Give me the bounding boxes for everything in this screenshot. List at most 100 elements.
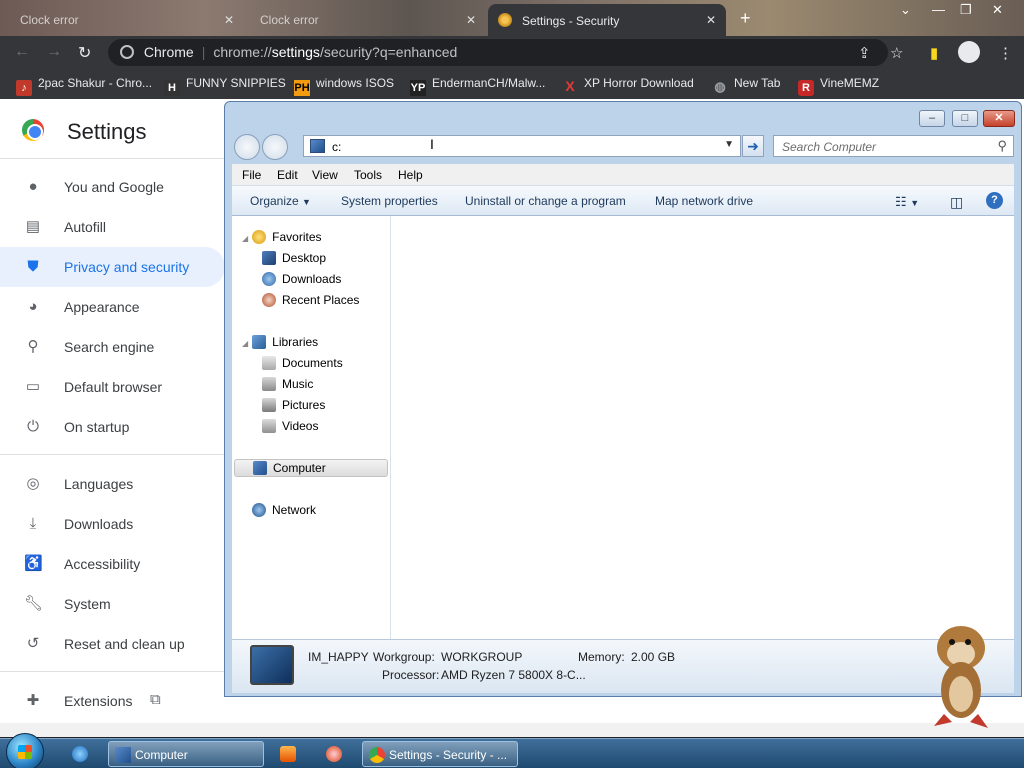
tree-pictures[interactable]: Pictures <box>262 398 325 412</box>
libraries-icon <box>252 335 267 349</box>
media-player-icon <box>280 746 296 762</box>
file-list-area[interactable] <box>392 216 1014 639</box>
sidebar-item-privacy-and-security[interactable]: ⛊ Privacy and security <box>0 247 225 287</box>
sidebar-item-label: Privacy and security <box>64 259 190 275</box>
sidebar-item-system[interactable]: 🔧︎ System <box>0 584 225 624</box>
tab-settings-security[interactable]: Settings - Security ✕ <box>488 4 726 36</box>
sidebar-item-downloads[interactable]: ⤓ Downloads <box>0 504 225 544</box>
sidebar-item-label: Accessibility <box>64 556 141 572</box>
minimize-icon[interactable]: — <box>932 2 945 17</box>
tree-downloads[interactable]: Downloads <box>262 272 341 286</box>
sidebar-item-search-engine[interactable]: ⚲ Search engine <box>0 327 225 367</box>
tree-favorites[interactable]: ◢ Favorites <box>242 230 322 244</box>
explorer-address-row: c: ▼ ➜ Search Computer ⚲ <box>225 130 1021 164</box>
wrench-icon: 🔧︎ <box>24 595 44 612</box>
explorer-titlebar[interactable]: – □ ✕ <box>225 102 1021 130</box>
back-button[interactable] <box>234 134 260 160</box>
close-tab-icon[interactable]: ✕ <box>224 13 234 27</box>
chrome-tabstrip: Clock error ✕ Clock error ✕ Settings - S… <box>0 0 1024 36</box>
chrome-toolbar: ← → ↻ Chrome | chrome://settings/security?… <box>0 36 1024 69</box>
bookmark-xp-horror[interactable]: X XP Horror Download <box>562 76 694 94</box>
tree-label: Network <box>272 503 317 517</box>
pictures-icon <box>262 398 276 412</box>
bookmark-star-icon[interactable]: ☆ <box>890 44 903 62</box>
system-properties-button[interactable]: System properties <box>341 194 438 208</box>
menu-tools[interactable]: Tools <box>354 168 382 182</box>
bookmark-2pac[interactable]: ♪ 2pac Shakur - Chro... <box>16 76 152 96</box>
close-icon[interactable]: ✕ <box>983 110 1015 127</box>
sidebar-item-on-startup[interactable]: ⏻ On startup <box>0 407 225 447</box>
explorer-address-input[interactable]: c: ▼ <box>303 135 741 157</box>
bookmark-vinememz[interactable]: R VineMEMZ <box>798 76 879 96</box>
taskbar-item-computer[interactable]: Computer <box>108 741 264 767</box>
tree-network[interactable]: Network <box>252 503 316 517</box>
reload-icon[interactable]: ↻ <box>78 43 91 63</box>
bookmark-label: EndermanCH/Malw... <box>432 76 546 90</box>
profile-avatar[interactable] <box>958 41 980 63</box>
pinned-app[interactable] <box>320 741 350 767</box>
side-panel-icon[interactable]: ▮ <box>930 44 938 62</box>
sidebar-item-languages[interactable]: ◎ Languages <box>0 464 225 504</box>
bookmark-funny-snippies[interactable]: H FUNNY SNIPPIES <box>164 76 286 96</box>
tree-videos[interactable]: Videos <box>262 419 318 433</box>
menu-edit[interactable]: Edit <box>277 168 298 182</box>
internet-explorer-pinned[interactable] <box>66 741 96 767</box>
forward-button[interactable] <box>262 134 288 160</box>
menu-kebab-icon[interactable]: ⋮ <box>998 44 1013 62</box>
go-arrow-button[interactable]: ➜ <box>742 135 764 157</box>
search-computer-input[interactable]: Search Computer ⚲ <box>773 135 1014 157</box>
sidebar-item-accessibility[interactable]: ♿ Accessibility <box>0 544 225 584</box>
organize-button[interactable]: Organize ▼ <box>250 194 311 208</box>
tree-documents[interactable]: Documents <box>262 356 343 370</box>
taskbar-item-chrome-settings[interactable]: Settings - Security - ... <box>362 741 518 767</box>
search-icon[interactable]: ⚲ <box>997 138 1007 154</box>
tree-recent-places[interactable]: Recent Places <box>262 293 359 307</box>
horizontal-scrollbar[interactable] <box>0 723 1024 737</box>
minimize-icon[interactable]: – <box>919 110 945 127</box>
close-window-icon[interactable]: ✕ <box>992 2 1003 18</box>
new-tab-icon[interactable]: + <box>740 8 751 29</box>
bookmark-new-tab[interactable]: ◍ New Tab <box>712 76 780 95</box>
back-arrow-icon[interactable]: ← <box>14 43 30 61</box>
bookmark-windows-isos[interactable]: PH windows ISOS <box>294 76 394 96</box>
sidebar-item-you-and-google[interactable]: ● You and Google <box>0 167 225 207</box>
menu-help[interactable]: Help <box>398 168 423 182</box>
media-player-pinned[interactable] <box>274 741 304 767</box>
tree-computer[interactable]: Computer <box>234 459 388 477</box>
sidebar-item-default-browser[interactable]: ▭ Default browser <box>0 367 225 407</box>
help-icon[interactable]: ? <box>986 192 1003 209</box>
share-icon[interactable]: ⇪ <box>858 44 871 62</box>
close-tab-icon[interactable]: ✕ <box>466 13 476 27</box>
tree-desktop[interactable]: Desktop <box>262 251 326 265</box>
tree-libraries[interactable]: ◢ Libraries <box>242 335 318 349</box>
change-view-icon[interactable]: ☷ ▼ <box>895 194 919 210</box>
address-dropdown-icon[interactable]: ▼ <box>724 139 734 150</box>
text-cursor-icon: I <box>430 136 434 152</box>
tab-clock-error-2[interactable]: Clock error ✕ <box>244 4 486 36</box>
settings-header: Settings <box>0 99 240 159</box>
collapse-triangle-icon[interactable]: ◢ <box>242 339 248 348</box>
collapse-triangle-icon[interactable]: ◢ <box>242 234 248 243</box>
shield-icon: ⛊ <box>27 258 39 275</box>
bookmark-endermanch[interactable]: YP EndermanCH/Malw... <box>410 76 545 96</box>
tab-search-chevron-icon[interactable]: ⌄ <box>900 2 911 18</box>
start-button[interactable] <box>6 733 44 768</box>
maximize-icon[interactable]: □ <box>952 110 978 127</box>
address-bar[interactable]: Chrome | chrome://settings/security?q=enha… <box>108 39 888 66</box>
menu-file[interactable]: File <box>242 168 261 182</box>
url-prefix: chrome:// <box>213 44 272 60</box>
uninstall-program-button[interactable]: Uninstall or change a program <box>465 194 626 208</box>
menu-view[interactable]: View <box>312 168 338 182</box>
close-tab-icon[interactable]: ✕ <box>706 13 716 27</box>
restore-icon[interactable]: ❐ <box>960 2 972 18</box>
sidebar-item-appearance[interactable]: ◕ Appearance <box>0 287 225 327</box>
preview-pane-icon[interactable]: ◫ <box>950 194 963 211</box>
map-network-drive-button[interactable]: Map network drive <box>655 194 753 208</box>
forward-arrow-icon[interactable]: → <box>46 43 62 61</box>
sidebar-item-label: Search engine <box>64 339 155 355</box>
tree-music[interactable]: Music <box>262 377 313 391</box>
sidebar-item-autofill[interactable]: ▤ Autofill <box>0 207 225 247</box>
sidebar-item-extensions[interactable]: ✚ Extensions ⧉ <box>0 681 225 721</box>
sidebar-item-reset-and-clean-up[interactable]: ↺ Reset and clean up <box>0 624 225 664</box>
tab-clock-error-1[interactable]: Clock error ✕ <box>0 4 244 36</box>
